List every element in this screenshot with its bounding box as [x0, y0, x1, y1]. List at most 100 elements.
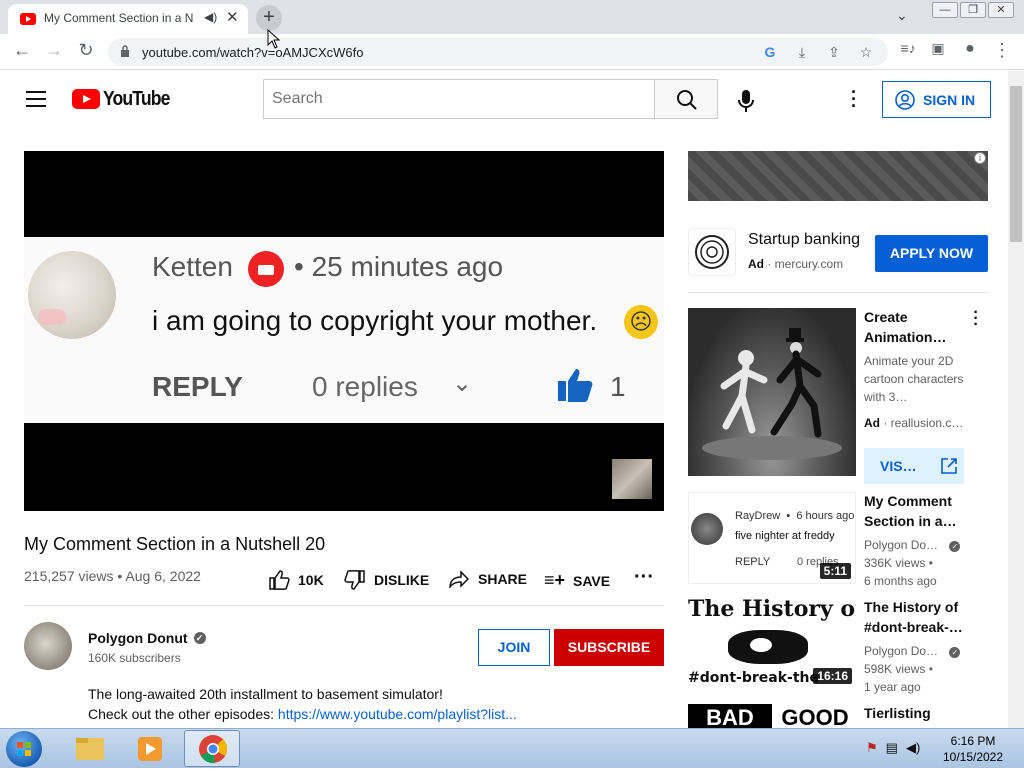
- sign-in-button[interactable]: SIGN IN: [882, 81, 991, 118]
- commenter-avatar: [28, 251, 116, 339]
- frame-reply-label: REPLY: [152, 371, 243, 402]
- video-channel-name: Polygon Do…: [864, 644, 939, 658]
- explorer-taskbar-button[interactable]: [62, 730, 118, 767]
- description-prefix: Check out the other episodes:: [88, 706, 278, 722]
- ad-thumbnail[interactable]: [688, 308, 856, 476]
- video-title[interactable]: My Comment Section in a…: [864, 491, 970, 531]
- share-icon[interactable]: ⇪: [824, 44, 844, 61]
- account-icon: [895, 89, 915, 110]
- ad-domain: reallusion.c…: [890, 416, 964, 430]
- video-meta: 215,257 views • Aug 6, 2022: [24, 568, 201, 584]
- close-tab-icon[interactable]: ✕: [226, 8, 239, 26]
- thumbs-up-icon: [558, 369, 593, 402]
- save-label: SAVE: [573, 572, 611, 589]
- share-button[interactable]: SHARE: [448, 570, 527, 588]
- channel-avatar[interactable]: [24, 622, 72, 670]
- youtube-logo-icon[interactable]: [72, 89, 100, 109]
- search-icon: [677, 90, 697, 110]
- volume-icon[interactable]: ◀): [906, 740, 920, 756]
- save-button[interactable]: ≡+ SAVE: [544, 570, 610, 591]
- frame-replies-count: 0 replies: [312, 371, 418, 402]
- frame-comment-time: • 25 minutes ago: [294, 251, 504, 282]
- thumb-comment: five nighter at freddy: [735, 530, 835, 542]
- video-title[interactable]: The History of #dont-break-…: [864, 597, 970, 637]
- action-center-icon[interactable]: ⚑: [866, 740, 878, 756]
- playlist-link[interactable]: https://www.youtube.com/playlist?list...: [278, 706, 517, 722]
- back-icon[interactable]: ←: [10, 40, 34, 61]
- tab-search-icon[interactable]: ⌄: [896, 7, 908, 24]
- ad-subtitle: Ad · reallusion.c…: [864, 416, 964, 430]
- channel-name-row[interactable]: Polygon Donut ✓: [88, 630, 206, 646]
- search-button[interactable]: [654, 79, 718, 119]
- channel-name[interactable]: Polygon Donut: [88, 630, 188, 646]
- join-button[interactable]: JOIN: [478, 629, 550, 666]
- search-input[interactable]: [263, 79, 655, 119]
- scrollbar-thumb[interactable]: [1010, 86, 1022, 242]
- dislike-label: DISLIKE: [374, 572, 430, 588]
- verified-icon: ✓: [949, 541, 961, 552]
- speaker-icon[interactable]: ◀): [204, 10, 217, 24]
- chrome-menu-icon[interactable]: ⋮: [990, 40, 1014, 61]
- address-bar[interactable]: youtube.com/watch?v=oAMJCXcW6fo G ⤓ ⇪ ☆: [108, 38, 888, 66]
- video-thumbnail[interactable]: RayDrew • 6 hours ago five nighter at fr…: [688, 492, 856, 584]
- microphone-icon[interactable]: [736, 89, 756, 113]
- verified-icon: ✓: [949, 647, 961, 658]
- video-player[interactable]: Ketten • 25 minutes ago i am going to co…: [24, 151, 664, 511]
- ad-info-icon[interactable]: i: [974, 152, 986, 164]
- url-text: youtube.com/watch?v=oAMJCXcW6fo: [142, 45, 364, 60]
- video-frame-comment: Ketten • 25 minutes ago i am going to co…: [24, 237, 664, 423]
- start-button[interactable]: [6, 731, 42, 767]
- frame-comment-text: i am going to copyright your mother.: [152, 305, 598, 336]
- share-arrow-icon: [449, 570, 470, 588]
- ad-label: Ad: [748, 257, 764, 271]
- ad-label: Ad: [864, 416, 880, 430]
- maximize-button[interactable]: ❐: [960, 2, 986, 18]
- like-button[interactable]: 10K: [268, 570, 324, 590]
- apply-now-button[interactable]: APPLY NOW: [875, 235, 988, 272]
- new-tab-button[interactable]: +: [256, 5, 282, 31]
- reload-icon[interactable]: ↻: [74, 40, 98, 61]
- video-thumbnail[interactable]: The History of #dont-break-the- 16:16: [688, 596, 856, 688]
- ad-domain: mercury.com: [774, 257, 844, 271]
- bookmark-star-icon[interactable]: ☆: [856, 44, 876, 61]
- settings-kebab-icon[interactable]: · · ·: [846, 83, 862, 115]
- ad-banner[interactable]: [688, 151, 988, 201]
- visit-button[interactable]: VIS…: [864, 448, 964, 484]
- ad-title[interactable]: Create Animation…: [864, 307, 970, 347]
- media-player-taskbar-button[interactable]: [122, 730, 178, 767]
- channel-watermark[interactable]: [612, 459, 652, 499]
- close-window-button[interactable]: ✕: [988, 2, 1014, 18]
- youtube-logo-text[interactable]: YouTube: [103, 88, 170, 111]
- clock-date: 10/15/2022: [942, 750, 1004, 764]
- video-title: My Comment Section in a Nutshell 20: [24, 534, 326, 554]
- subscriber-count: 160K subscribers: [88, 651, 181, 665]
- profile-icon[interactable]: ●: [958, 40, 982, 58]
- dislike-button[interactable]: DISLIKE: [344, 570, 429, 590]
- subscribe-button[interactable]: SUBSCRIBE: [554, 629, 664, 666]
- mercury-logo-icon[interactable]: [688, 228, 736, 276]
- more-actions-icon[interactable]: ···: [634, 566, 654, 589]
- menu-icon[interactable]: [26, 91, 46, 107]
- kebab-menu-icon[interactable]: · · ·: [968, 305, 984, 333]
- media-control-icon[interactable]: ≡♪: [896, 40, 920, 56]
- side-panel-icon[interactable]: ▣: [926, 40, 950, 57]
- browser-tab[interactable]: My Comment Section in a N ◀) ✕: [8, 4, 248, 34]
- forward-icon[interactable]: →: [42, 40, 66, 61]
- browser-toolbar: ← → ↻ youtube.com/watch?v=oAMJCXcW6fo G …: [0, 34, 1024, 70]
- minimize-button[interactable]: —: [932, 2, 958, 18]
- chrome-taskbar-button[interactable]: [184, 730, 240, 767]
- google-icon[interactable]: G: [760, 44, 780, 60]
- playlist-add-icon: ≡+: [544, 570, 566, 590]
- video-channel[interactable]: Polygon Do… ✓: [864, 536, 974, 554]
- install-icon[interactable]: ⤓: [792, 44, 812, 61]
- taskbar-clock[interactable]: 6:16 PM 10/15/2022: [938, 733, 1008, 765]
- ad-title[interactable]: Startup banking: [748, 231, 860, 249]
- video-channel[interactable]: Polygon Do… ✓: [864, 642, 974, 660]
- video-duration: 16:16: [813, 668, 852, 684]
- system-tray: ⚑ ▤ ◀): [866, 740, 920, 756]
- thumb-time: 6 hours ago: [796, 510, 855, 522]
- video-title[interactable]: Tierlisting: [864, 703, 970, 723]
- windows-logo-icon: [17, 742, 31, 756]
- network-icon[interactable]: ▤: [886, 740, 898, 756]
- cow-spot: [750, 638, 772, 652]
